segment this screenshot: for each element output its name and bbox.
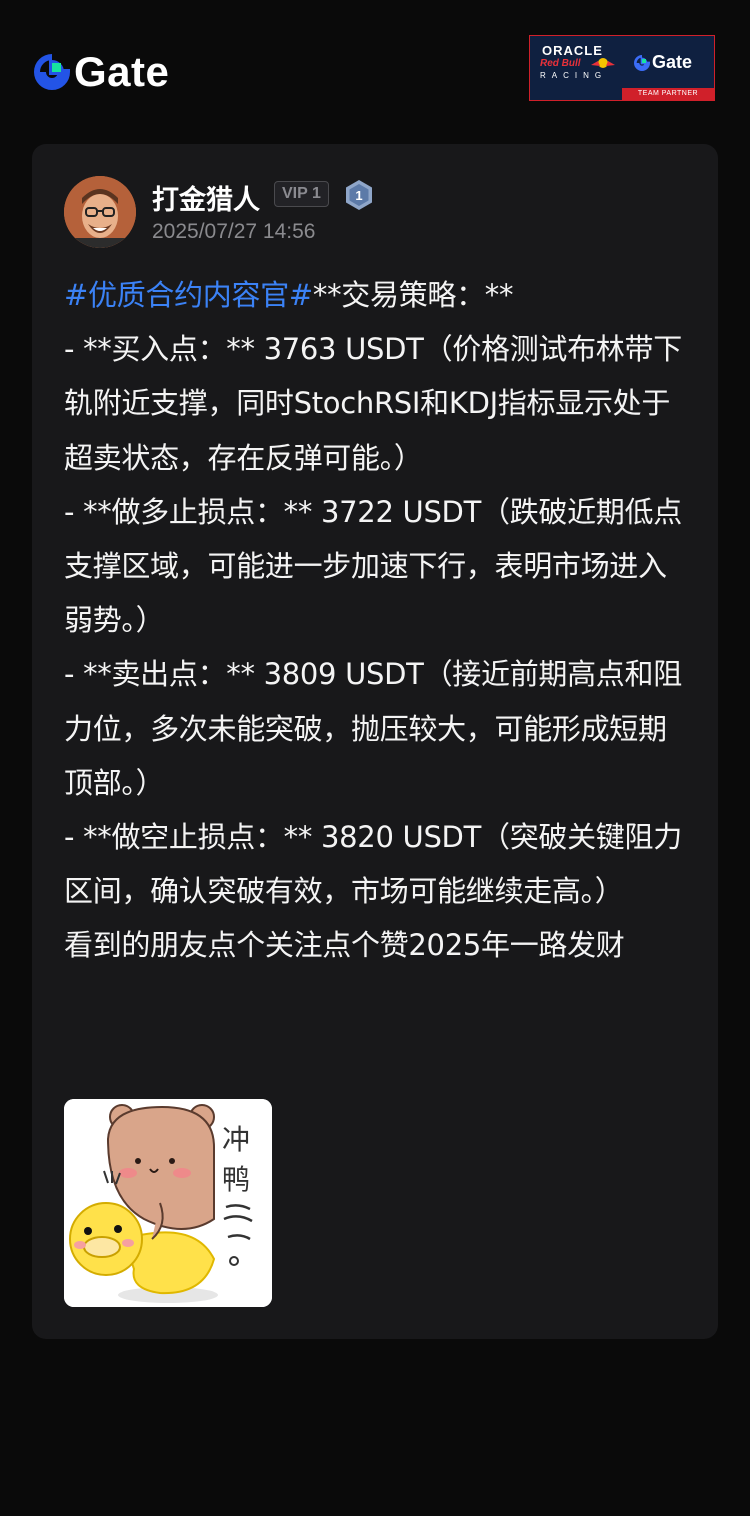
avatar[interactable] [64, 176, 136, 248]
gate-small-icon [634, 54, 650, 71]
sticker-text: 冲 [222, 1123, 250, 1156]
partner-ribbon: TEAM PARTNER [622, 88, 714, 100]
partner-gate-text: Gate [652, 52, 693, 72]
post-line-text: **交易策略：** [312, 278, 514, 312]
level-number: 1 [355, 188, 362, 203]
app-header: Gate ORACLE Red Bull RACING Gate TEAM PA… [0, 0, 750, 120]
post-line-sell: - **卖出点：** 3809 USDT（接近前期高点和阻力位，多次未能突破，抛… [64, 657, 682, 800]
post-card: 打金猎人 VIP 1 1 2025/07/27 14:56 #优质合约内容官#*… [32, 144, 718, 1339]
redbull-icon [591, 58, 615, 68]
gate-logo-icon [34, 54, 70, 90]
sticker-image[interactable]: 冲 鸭 [64, 1099, 272, 1307]
partner-redbull-text: Red Bull [540, 58, 581, 69]
level-badge-icon: 1 [346, 180, 372, 210]
partner-racing-text: RACING [540, 71, 608, 80]
post-timestamp: 2025/07/27 14:56 [152, 220, 316, 243]
post-line-title: #优质合约内容官#**交易策略：** [64, 268, 694, 322]
vip-badge: VIP 1 [274, 181, 329, 207]
post-line-closing: 看到的朋友点个关注点个赞2025年一路发财 [64, 928, 625, 963]
post-line-buy: - **买入点：** 3763 USDT（价格测试布林带下轨附近支撑，同时Sto… [64, 332, 682, 475]
gate-logo[interactable]: Gate [34, 48, 169, 96]
post-content: #优质合约内容官#**交易策略：** - **买入点：** 3763 USDT（… [64, 268, 694, 973]
partner-gate-logo: Gate [634, 52, 692, 73]
avatar-image [64, 176, 136, 248]
logo-text: Gate [74, 48, 170, 95]
post-line-short-stop: - **做空止损点：** 3820 USDT（突破关键阻力区间，确认突破有效，市… [64, 820, 682, 909]
svg-text:鸭: 鸭 [222, 1163, 250, 1196]
bear-duck-sticker: 冲 鸭 [64, 1099, 272, 1307]
post-line-long-stop: - **做多止损点：** 3722 USDT（跌破近期低点支撑区域，可能进一步加… [64, 494, 682, 638]
partner-banner: ORACLE Red Bull RACING Gate TEAM PARTNER [529, 35, 715, 101]
hashtag-link[interactable]: #优质合约内容官# [64, 278, 313, 312]
author-name[interactable]: 打金猎人 [152, 178, 260, 217]
